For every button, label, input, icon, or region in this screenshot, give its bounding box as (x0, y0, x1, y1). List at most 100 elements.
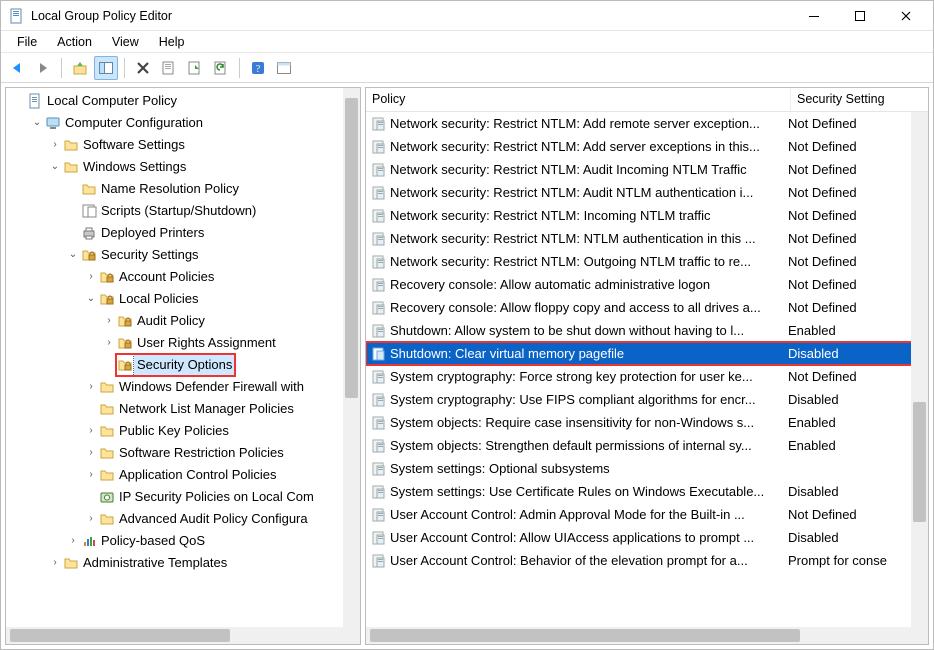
folder-icon (98, 401, 116, 417)
menu-view[interactable]: View (102, 33, 149, 51)
expand-icon[interactable]: › (84, 376, 98, 398)
policy-row[interactable]: Recovery console: Allow floppy copy and … (366, 296, 928, 319)
policy-list[interactable]: Network security: Restrict NTLM: Add rem… (366, 112, 928, 592)
expand-icon[interactable]: › (84, 508, 98, 530)
policy-row[interactable]: Network security: Restrict NTLM: Audit I… (366, 158, 928, 181)
column-header-setting[interactable]: Security Setting (791, 88, 911, 111)
expand-icon[interactable]: › (48, 134, 62, 156)
close-button[interactable] (883, 1, 929, 31)
tree-item[interactable]: ›Software Restriction Policies (8, 442, 358, 464)
properties-button[interactable] (157, 56, 181, 80)
tree-item[interactable]: ·IP Security Policies on Local Com (8, 486, 358, 508)
tree-item[interactable]: ·Security Options (8, 354, 358, 376)
policy-icon (368, 530, 390, 546)
tree-item[interactable]: ⌄Local Policies (8, 288, 358, 310)
tree-item[interactable]: ·Deployed Printers (8, 222, 358, 244)
nav-tree[interactable]: ·Local Computer Policy⌄Computer Configur… (6, 88, 360, 594)
back-button[interactable] (5, 56, 29, 80)
lockfold-icon (116, 313, 134, 329)
policy-row[interactable]: Network security: Restrict NTLM: NTLM au… (366, 227, 928, 250)
twisty-blank: · (102, 354, 116, 376)
policy-row[interactable]: System cryptography: Force strong key pr… (366, 365, 928, 388)
collapse-icon[interactable]: ⌄ (84, 288, 98, 310)
policy-row[interactable]: System cryptography: Use FIPS compliant … (366, 388, 928, 411)
expand-icon[interactable]: › (84, 442, 98, 464)
tree-item[interactable]: ›Public Key Policies (8, 420, 358, 442)
policy-icon (368, 346, 390, 362)
menu-file[interactable]: File (7, 33, 47, 51)
expand-icon[interactable]: › (102, 310, 116, 332)
tree-item[interactable]: ⌄Windows Settings (8, 156, 358, 178)
tree-item-label: Windows Defender Firewall with (116, 376, 307, 398)
policy-row[interactable]: Network security: Restrict NTLM: Audit N… (366, 181, 928, 204)
app-icon (9, 8, 25, 24)
policy-row[interactable]: Shutdown: Allow system to be shut down w… (366, 319, 928, 342)
tree-vertical-scrollbar[interactable] (343, 88, 360, 627)
tree-item[interactable]: › Windows Defender Firewall with (8, 376, 358, 398)
forward-button[interactable] (31, 56, 55, 80)
policy-icon (368, 277, 390, 293)
policy-setting: Disabled (788, 342, 908, 365)
tree-item[interactable]: ›Account Policies (8, 266, 358, 288)
twisty-blank: · (66, 178, 80, 200)
policy-row[interactable]: Shutdown: Clear virtual memory pagefileD… (366, 342, 928, 365)
refresh-button[interactable] (209, 56, 233, 80)
tree-horizontal-scrollbar[interactable] (6, 627, 343, 644)
collapse-icon[interactable]: ⌄ (30, 112, 44, 134)
menu-action[interactable]: Action (47, 33, 102, 51)
policy-setting: Enabled (788, 411, 908, 434)
tree-item[interactable]: ⌄Computer Configuration (8, 112, 358, 134)
column-header-policy[interactable]: Policy (366, 88, 791, 111)
tree-item[interactable]: ⌄Security Settings (8, 244, 358, 266)
export-list-button[interactable] (183, 56, 207, 80)
policy-row[interactable]: User Account Control: Allow UIAccess app… (366, 526, 928, 549)
expand-icon[interactable]: › (102, 332, 116, 354)
tree-item[interactable]: ›Audit Policy (8, 310, 358, 332)
menu-help[interactable]: Help (149, 33, 195, 51)
expand-icon[interactable]: › (66, 530, 80, 552)
policy-row[interactable]: Network security: Restrict NTLM: Outgoin… (366, 250, 928, 273)
main-area: ·Local Computer Policy⌄Computer Configur… (1, 83, 933, 649)
tree-item[interactable]: ›Policy-based QoS (8, 530, 358, 552)
maximize-button[interactable] (837, 1, 883, 31)
tree-item[interactable]: ›Advanced Audit Policy Configura (8, 508, 358, 530)
expand-icon[interactable]: › (84, 266, 98, 288)
help-button[interactable]: ? (246, 56, 270, 80)
minimize-button[interactable] (791, 1, 837, 31)
tree-item[interactable]: ·Local Computer Policy (8, 90, 358, 112)
tree-item[interactable]: ·Scripts (Startup/Shutdown) (8, 200, 358, 222)
tree-item[interactable]: ›User Rights Assignment (8, 332, 358, 354)
twisty-blank: · (66, 200, 80, 222)
tree-item[interactable]: ›Administrative Templates (8, 552, 358, 574)
policy-row[interactable]: System objects: Require case insensitivi… (366, 411, 928, 434)
show-hide-tree-button[interactable] (94, 56, 118, 80)
collapse-icon[interactable]: ⌄ (48, 156, 62, 178)
collapse-icon[interactable]: ⌄ (66, 244, 80, 266)
policy-setting: Not Defined (788, 296, 908, 319)
tree-item[interactable]: ·Network List Manager Policies (8, 398, 358, 420)
list-horizontal-scrollbar[interactable] (366, 627, 911, 644)
policy-row[interactable]: System settings: Use Certificate Rules o… (366, 480, 928, 503)
policy-row[interactable]: User Account Control: Behavior of the el… (366, 549, 928, 572)
policy-row[interactable]: System objects: Strengthen default permi… (366, 434, 928, 457)
tree-item[interactable]: ›Application Control Policies (8, 464, 358, 486)
policy-setting: Not Defined (788, 181, 908, 204)
expand-icon[interactable]: › (84, 464, 98, 486)
policy-row[interactable]: User Account Control: Admin Approval Mod… (366, 503, 928, 526)
policy-row[interactable]: System settings: Optional subsystems (366, 457, 928, 480)
policy-name: System settings: Use Certificate Rules o… (390, 480, 788, 503)
expand-icon[interactable]: › (48, 552, 62, 574)
expand-icon[interactable]: › (84, 420, 98, 442)
policy-row[interactable]: Recovery console: Allow automatic admini… (366, 273, 928, 296)
tree-item[interactable]: ·Name Resolution Policy (8, 178, 358, 200)
policy-row[interactable]: Network security: Restrict NTLM: Add ser… (366, 135, 928, 158)
up-button[interactable] (68, 56, 92, 80)
delete-button[interactable] (131, 56, 155, 80)
tree-item[interactable]: ›Software Settings (8, 134, 358, 156)
policy-setting: Not Defined (788, 227, 908, 250)
list-vertical-scrollbar[interactable] (911, 112, 928, 627)
policy-name: Network security: Restrict NTLM: NTLM au… (390, 227, 788, 250)
filter-button[interactable] (272, 56, 296, 80)
policy-row[interactable]: Network security: Restrict NTLM: Incomin… (366, 204, 928, 227)
policy-row[interactable]: Network security: Restrict NTLM: Add rem… (366, 112, 928, 135)
